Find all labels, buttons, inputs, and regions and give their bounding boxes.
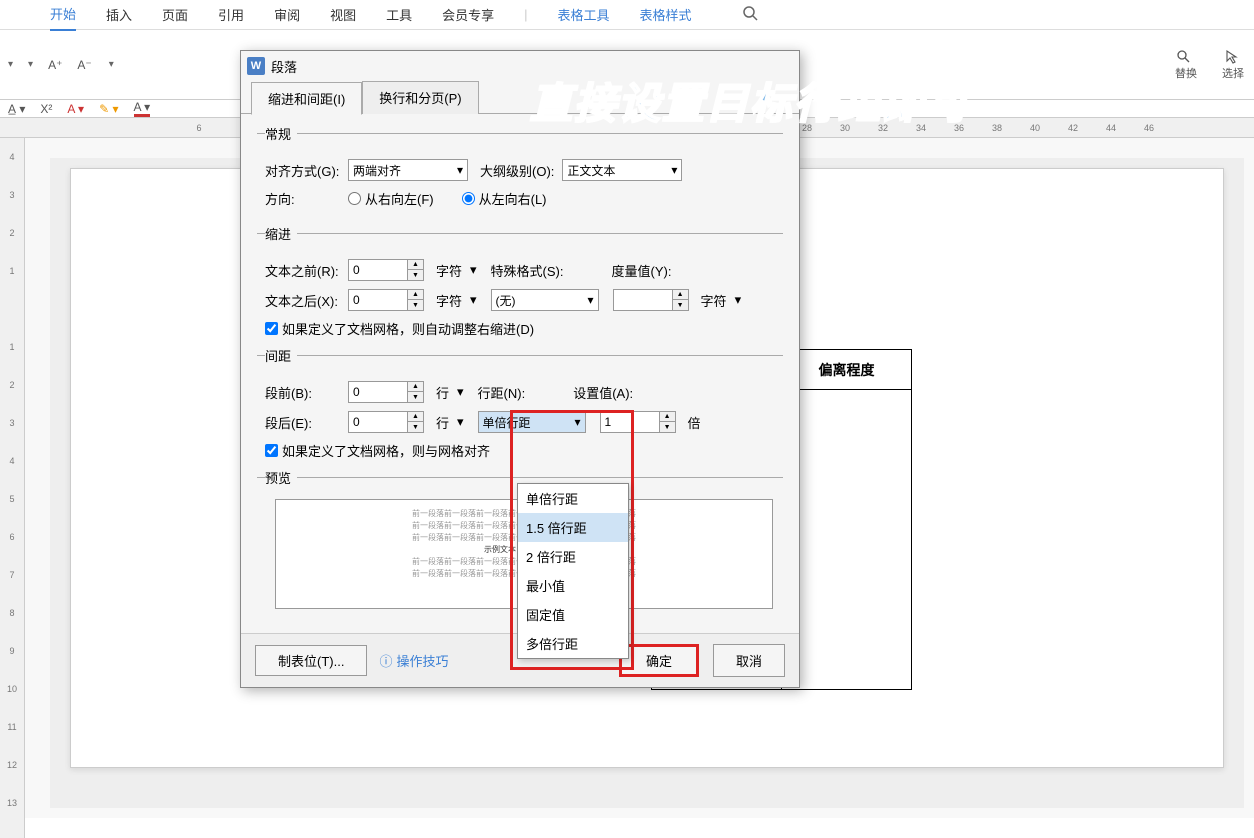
- tab-member[interactable]: 会员专享: [442, 0, 494, 30]
- tips-icon: ⓘ: [379, 651, 392, 670]
- before-para-label: 段前(B):: [265, 383, 340, 402]
- select-button[interactable]: 选择: [1222, 49, 1244, 81]
- dialog-title: 段落: [271, 57, 297, 76]
- highlight[interactable]: ✎ ▾: [99, 102, 118, 116]
- separator: |: [524, 7, 527, 22]
- special-label: 特殊格式(S):: [491, 261, 564, 280]
- main-tabs: 开始 插入 页面 引用 审阅 视图 工具 会员专享 | 表格工具 表格样式: [0, 0, 1254, 30]
- after-text-label: 文本之后(X):: [265, 291, 340, 310]
- indent-fieldset: 缩进 文本之前(R): ▲▼ 字符▾ 特殊格式(S): 度量值(Y): 文本之后…: [257, 224, 783, 338]
- after-para-spinner[interactable]: ▲▼: [348, 411, 428, 433]
- alignment-select[interactable]: 两端对齐▾: [348, 159, 468, 181]
- table-cell[interactable]: [782, 390, 912, 690]
- option-1-5[interactable]: 1.5 倍行距: [518, 513, 628, 542]
- direction-ltr-radio[interactable]: 从左向右(L): [462, 189, 547, 208]
- tab-table-tools[interactable]: 表格工具: [558, 0, 610, 30]
- tab-start[interactable]: 开始: [50, 0, 76, 31]
- set-value-label: 设置值(A):: [573, 383, 633, 402]
- option-multiple[interactable]: 多倍行距: [518, 629, 628, 658]
- clear-format[interactable]: A̲ ▾: [8, 102, 25, 116]
- metric-spinner[interactable]: ▲▼: [613, 289, 693, 311]
- tab-review[interactable]: 审阅: [274, 0, 300, 30]
- vertical-ruler: 4 3 2 1 1 2 3 4 5 6 7 8 9 10 11 12 13: [0, 138, 25, 838]
- set-value-spinner[interactable]: ▲▼: [600, 411, 680, 433]
- after-para-label: 段后(E):: [265, 413, 340, 432]
- cancel-button[interactable]: 取消: [713, 644, 785, 677]
- search-icon[interactable]: [742, 5, 758, 24]
- font-smaller[interactable]: A⁻: [77, 58, 91, 72]
- outline-select[interactable]: 正文文本▾: [562, 159, 682, 181]
- find-replace-button[interactable]: 替换: [1175, 49, 1197, 81]
- font-color[interactable]: A ▾: [134, 100, 151, 117]
- alignment-label: 对齐方式(G):: [265, 161, 340, 180]
- font-dropdown[interactable]: ▾: [8, 59, 13, 70]
- table-header[interactable]: 偏离程度: [782, 350, 912, 390]
- snap-grid-checkbox[interactable]: 如果定义了文档网格，则与网格对齐: [265, 441, 783, 460]
- tab-insert[interactable]: 插入: [106, 0, 132, 30]
- option-double[interactable]: 2 倍行距: [518, 542, 628, 571]
- tabstop-button[interactable]: 制表位(T)...: [255, 645, 367, 676]
- option-exact[interactable]: 固定值: [518, 600, 628, 629]
- line-spacing-label: 行距(N):: [478, 383, 526, 402]
- overlay-caption: 直接设置目标行距即可: [530, 70, 970, 131]
- line-spacing-select[interactable]: 单倍行距▾: [478, 411, 586, 433]
- dialog-tab-indent[interactable]: 缩进和间距(I): [251, 82, 362, 115]
- change-case[interactable]: 򂠀 ▾: [107, 58, 114, 72]
- outline-label: 大纲级别(O):: [480, 161, 554, 180]
- tab-reference[interactable]: 引用: [218, 0, 244, 30]
- app-icon: W: [247, 57, 265, 75]
- ok-button[interactable]: 确定: [619, 644, 699, 677]
- general-fieldset: 常规 对齐方式(G): 两端对齐▾ 大纲级别(O): 正文文本▾ 方向: 从右向…: [257, 124, 783, 216]
- tab-table-style[interactable]: 表格样式: [640, 0, 692, 30]
- line-spacing-dropdown: 单倍行距 1.5 倍行距 2 倍行距 最小值 固定值 多倍行距: [517, 483, 629, 659]
- font-effect[interactable]: A ▾: [67, 102, 84, 116]
- tips-link[interactable]: ⓘ操作技巧: [379, 651, 448, 670]
- metric-label: 度量值(Y):: [612, 261, 672, 280]
- after-text-spinner[interactable]: ▲▼: [348, 289, 428, 311]
- before-para-spinner[interactable]: ▲▼: [348, 381, 428, 403]
- special-select[interactable]: (无)▾: [491, 289, 599, 311]
- direction-rtl-radio[interactable]: 从右向左(F): [348, 189, 434, 208]
- tab-view[interactable]: 视图: [330, 0, 356, 30]
- before-text-spinner[interactable]: ▲▼: [348, 259, 428, 281]
- tab-page[interactable]: 页面: [162, 0, 188, 30]
- dialog-tab-pagebreak[interactable]: 换行和分页(P): [362, 81, 478, 114]
- superscript[interactable]: X²: [40, 102, 52, 116]
- option-single[interactable]: 单倍行距: [518, 484, 628, 513]
- font-bigger[interactable]: A⁺: [48, 58, 62, 72]
- option-minimum[interactable]: 最小值: [518, 571, 628, 600]
- auto-adjust-checkbox[interactable]: 如果定义了文档网格，则自动调整右缩进(D): [265, 319, 783, 338]
- before-text-label: 文本之前(R):: [265, 261, 340, 280]
- tab-tools[interactable]: 工具: [386, 0, 412, 30]
- direction-label: 方向:: [265, 189, 340, 208]
- spacing-fieldset: 间距 段前(B): ▲▼ 行▾ 行距(N): 设置值(A): 段后(E): ▲▼…: [257, 346, 783, 460]
- font-size-dropdown[interactable]: ▾: [28, 59, 33, 70]
